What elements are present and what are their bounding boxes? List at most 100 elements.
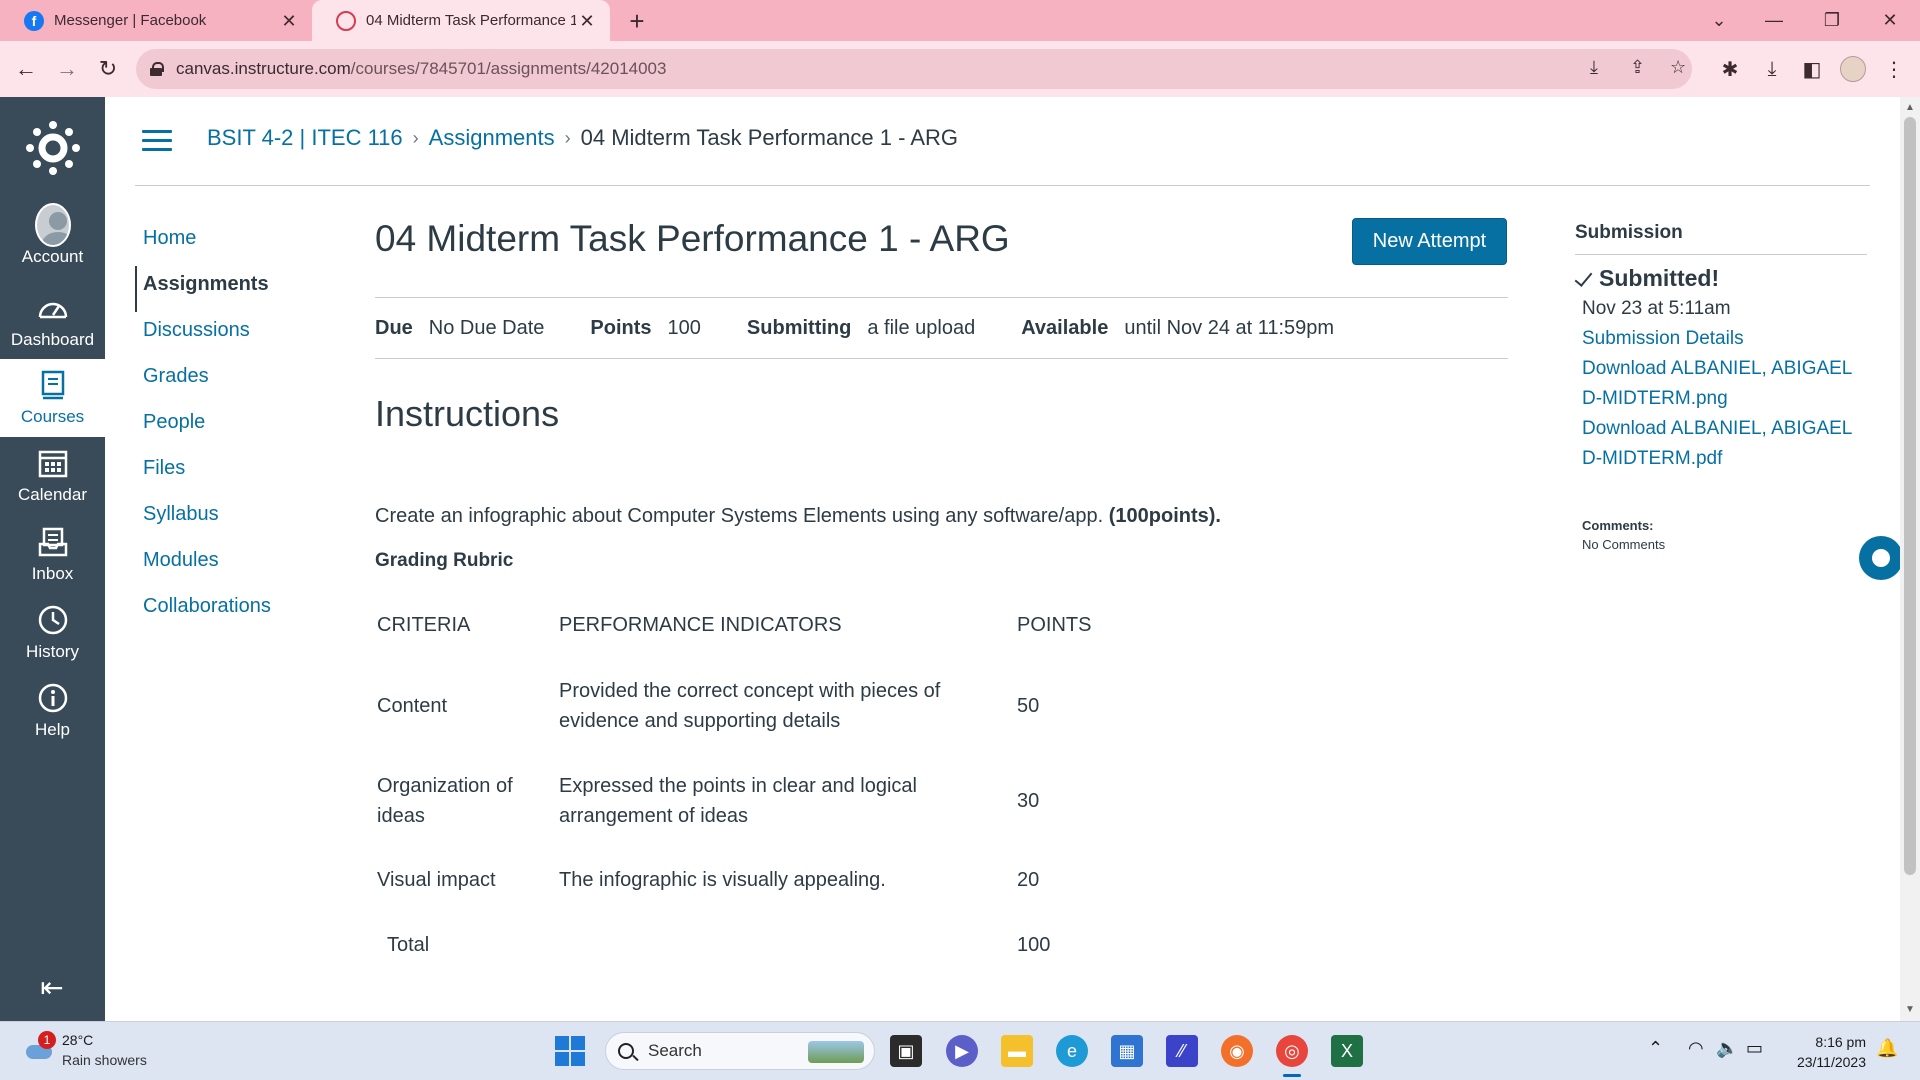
tab-messenger[interactable]: f Messenger | Facebook ✕ bbox=[0, 0, 312, 41]
global-nav-calendar[interactable]: Calendar bbox=[0, 437, 105, 513]
bookmark-star-icon[interactable]: ☆ bbox=[1670, 57, 1686, 78]
teams-chat-icon[interactable]: ▶ bbox=[946, 1035, 978, 1067]
facebook-icon: f bbox=[24, 10, 44, 31]
reload-button[interactable]: ↻ bbox=[92, 53, 124, 85]
chat-bubble-icon[interactable] bbox=[1859, 536, 1903, 580]
instructions-text: Create an infographic about Computer Sys… bbox=[375, 505, 1221, 527]
wifi-icon[interactable]: ◠ bbox=[1688, 1038, 1704, 1059]
close-window-button[interactable]: ✕ bbox=[1868, 4, 1912, 36]
canvas-logo-icon[interactable] bbox=[26, 121, 80, 175]
course-nav-modules[interactable]: Modules bbox=[135, 542, 335, 588]
scroll-down-arrow-icon[interactable]: ▼ bbox=[1904, 1004, 1916, 1015]
course-nav-collaborations[interactable]: Collaborations bbox=[135, 588, 335, 634]
grading-rubric-table: CRITERIA PERFORMANCE INDICATORS POINTS C… bbox=[375, 605, 1135, 965]
course-menu-toggle-icon[interactable] bbox=[142, 130, 172, 154]
microsoft-store-icon[interactable]: ▦ bbox=[1111, 1035, 1143, 1067]
due-label: Due bbox=[375, 316, 413, 339]
column-header: CRITERIA bbox=[377, 613, 471, 636]
downloads-icon[interactable]: ⤓ bbox=[1756, 53, 1788, 85]
battery-icon[interactable]: ▭ bbox=[1746, 1038, 1763, 1059]
submission-sidebar: Submission Submitted! Nov 23 at 5:11am S… bbox=[1575, 222, 1867, 552]
table-row: Content Provided the correct concept wit… bbox=[375, 645, 1135, 767]
file-explorer-icon[interactable]: ▬ bbox=[1001, 1035, 1033, 1067]
course-nav-grades[interactable]: Grades bbox=[135, 358, 335, 404]
profile-avatar[interactable] bbox=[1840, 56, 1866, 82]
instructions-points: (100points). bbox=[1108, 505, 1221, 527]
global-nav-inbox[interactable]: Inbox bbox=[0, 516, 105, 592]
chrome-browser-icon[interactable]: ◎ bbox=[1276, 1035, 1308, 1067]
global-nav-label: History bbox=[26, 642, 79, 661]
points-value: 100 bbox=[667, 316, 701, 339]
global-nav-courses[interactable]: Courses bbox=[0, 359, 105, 437]
breadcrumb-current: 04 Midterm Task Performance 1 - ARG bbox=[580, 125, 959, 150]
breadcrumb-assignments-link[interactable]: Assignments bbox=[429, 125, 555, 151]
download-png-link[interactable]: Download ALBANIEL, ABIGAEL D-MIDTERM.png bbox=[1582, 354, 1867, 414]
global-nav-history[interactable]: History bbox=[0, 594, 105, 670]
course-nav-assignments[interactable]: Assignments bbox=[135, 266, 335, 312]
new-attempt-button[interactable]: New Attempt bbox=[1352, 218, 1507, 265]
minimize-button[interactable]: — bbox=[1752, 4, 1796, 36]
rubric-title: Grading Rubric bbox=[375, 550, 514, 571]
global-nav-label: Calendar bbox=[18, 485, 87, 504]
windows-start-icon[interactable] bbox=[554, 1035, 586, 1067]
firefox-icon[interactable]: ◉ bbox=[1221, 1035, 1253, 1067]
tab-search-chevron-icon[interactable]: ⌄ bbox=[1697, 4, 1741, 36]
global-nav-help[interactable]: Help bbox=[0, 672, 105, 748]
task-view-icon[interactable]: ▣ bbox=[890, 1035, 922, 1067]
notifications-bell-icon[interactable]: 🔔 bbox=[1876, 1038, 1898, 1059]
global-nav-label: Help bbox=[35, 720, 70, 739]
total-points: 100 bbox=[1017, 933, 1051, 956]
excel-icon[interactable]: X bbox=[1331, 1035, 1363, 1067]
back-button[interactable]: ← bbox=[10, 53, 42, 85]
browser-menu-icon[interactable]: ⋮ bbox=[1878, 53, 1910, 85]
instructions-heading: Instructions bbox=[375, 393, 560, 434]
submission-status: Submitted! bbox=[1575, 265, 1867, 292]
weather-desc: Rain showers bbox=[62, 1052, 147, 1068]
url-text: canvas.instructure.com/courses/7845701/a… bbox=[176, 59, 667, 78]
breadcrumb-course-link[interactable]: BSIT 4-2 | ITEC 116 bbox=[207, 125, 403, 151]
close-icon[interactable]: ✕ bbox=[278, 10, 300, 32]
courses-icon bbox=[35, 367, 71, 403]
share-icon[interactable]: ⇪ bbox=[1630, 57, 1645, 78]
install-app-icon[interactable]: ⤓ bbox=[1590, 57, 1598, 78]
restore-button[interactable]: ❐ bbox=[1810, 4, 1854, 36]
forward-button[interactable]: → bbox=[51, 53, 83, 85]
windows-taskbar: 1 28°C Rain showers Search ▣ ▶ ▬ e ▦ ⁄⁄ … bbox=[0, 1021, 1920, 1080]
new-tab-button[interactable]: + bbox=[622, 6, 652, 36]
course-nav-home[interactable]: Home bbox=[135, 220, 335, 266]
checkmark-icon bbox=[1575, 269, 1591, 289]
side-panel-icon[interactable]: ◧ bbox=[1796, 53, 1828, 85]
indicator-cell: Expressed the points in clear and logica… bbox=[559, 775, 917, 827]
taskbar-search[interactable]: Search bbox=[605, 1032, 875, 1070]
volume-icon[interactable]: 🔈 bbox=[1716, 1038, 1738, 1059]
search-highlight-image bbox=[808, 1041, 864, 1063]
active-app-indicator bbox=[1283, 1074, 1301, 1077]
clock-time: 8:16 pm bbox=[1815, 1034, 1866, 1050]
collapse-nav-icon[interactable]: ⇤ bbox=[34, 969, 70, 1005]
show-hidden-icons-chevron-icon[interactable]: ⌃ bbox=[1648, 1038, 1663, 1059]
edge-browser-icon[interactable]: e bbox=[1056, 1035, 1088, 1067]
system-clock[interactable]: 8:16 pm 23/11/2023 bbox=[1770, 1032, 1866, 1072]
course-nav-files[interactable]: Files bbox=[135, 450, 335, 496]
scroll-up-arrow-icon[interactable]: ▲ bbox=[1904, 102, 1916, 113]
extensions-puzzle-icon[interactable]: ✱ bbox=[1714, 53, 1746, 85]
tab-canvas-assignment[interactable]: 04 Midterm Task Performance 1 ✕ bbox=[312, 0, 610, 41]
criteria-cell: Visual impact bbox=[377, 868, 496, 891]
header-divider bbox=[135, 185, 1870, 186]
browser-tab-strip: f Messenger | Facebook ✕ 04 Midterm Task… bbox=[0, 0, 1920, 41]
course-nav-syllabus[interactable]: Syllabus bbox=[135, 496, 335, 542]
global-nav-dashboard[interactable]: Dashboard bbox=[0, 282, 105, 358]
submission-details-link[interactable]: Submission Details bbox=[1582, 324, 1867, 354]
indicator-cell: The infographic is visually appealing. bbox=[559, 869, 886, 891]
course-nav-people[interactable]: People bbox=[135, 404, 335, 450]
criteria-cell: Organization of ideas bbox=[377, 775, 513, 827]
download-pdf-link[interactable]: Download ALBANIEL, ABIGAEL D-MIDTERM.pdf bbox=[1582, 414, 1867, 474]
close-icon[interactable]: ✕ bbox=[576, 10, 598, 32]
global-nav-account[interactable]: Account bbox=[0, 199, 105, 275]
history-icon bbox=[35, 602, 71, 638]
course-nav-discussions[interactable]: Discussions bbox=[135, 312, 335, 358]
vpn-app-icon[interactable]: ⁄⁄ bbox=[1166, 1035, 1198, 1067]
weather-widget[interactable]: 1 28°C Rain showers bbox=[22, 1030, 147, 1070]
url-field[interactable]: canvas.instructure.com/courses/7845701/a… bbox=[136, 49, 1692, 89]
scrollbar-thumb[interactable] bbox=[1904, 117, 1916, 875]
